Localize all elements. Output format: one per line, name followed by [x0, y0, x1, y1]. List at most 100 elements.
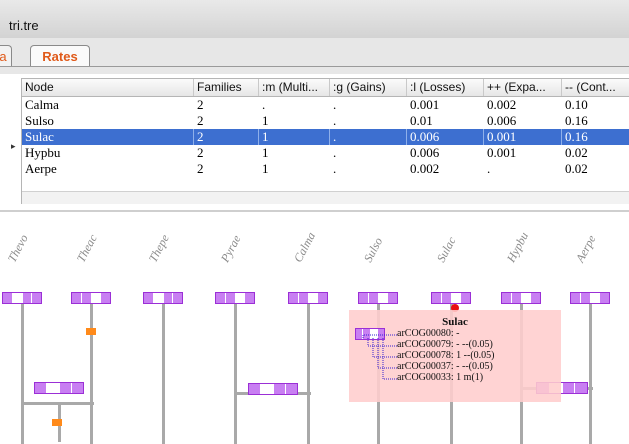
profile-cell [562, 383, 576, 393]
table-cell: Sulac [22, 129, 194, 145]
column-header[interactable]: -- (Cont... [562, 79, 629, 96]
table-cell: 0.01 [410, 113, 433, 128]
tip-profile[interactable] [215, 292, 255, 304]
table-row[interactable]: Hypbu 2 1. 0.006 0.001 0.02 [22, 145, 629, 161]
tip-label[interactable]: Sulac [434, 234, 460, 265]
table-cell: Calma [25, 97, 59, 112]
profile-cell [590, 293, 601, 303]
column-header[interactable]: :m (Multi... [259, 79, 330, 96]
tip-profile[interactable] [501, 292, 541, 304]
profile-cell [249, 384, 262, 394]
table-row[interactable]: Aerpe 2 1. 0.002. 0.02 [22, 161, 629, 177]
tab-a[interactable]: a [0, 45, 12, 67]
profile-cell [318, 293, 327, 303]
tab-rates[interactable]: Rates [30, 45, 90, 67]
tooltip-line: arCOG00033: 1 m(1) [397, 372, 484, 383]
tip-branch [234, 304, 237, 444]
internal-profile[interactable] [34, 382, 84, 394]
table-cell: 1 [259, 129, 330, 145]
tip-profile[interactable] [431, 292, 471, 304]
profile-cell [32, 293, 41, 303]
profile-cell [173, 293, 182, 303]
profile-cell [461, 293, 470, 303]
table-cell: 0.02 [565, 161, 588, 176]
column-header[interactable]: Families [194, 79, 259, 96]
profile-cell [289, 293, 299, 303]
tip-branch [589, 304, 592, 444]
profile-cell [388, 293, 397, 303]
profile-cell [285, 384, 297, 394]
tip-profile[interactable] [288, 292, 328, 304]
tip-label[interactable]: Thevo [5, 232, 32, 265]
profile-cell [59, 383, 72, 393]
tip-label[interactable]: Theac [74, 232, 101, 265]
table-cell: 0.001 [484, 129, 562, 145]
table-cell: 0.001 [410, 97, 440, 112]
profile-cell [531, 293, 540, 303]
table-row[interactable]: Sulac 2 1. 0.006 0.001 0.16 [22, 129, 629, 145]
column-header[interactable]: ++ (Expa... [484, 79, 562, 96]
table-cell: Aerpe [25, 161, 57, 176]
table-cell: 0.001 [487, 145, 517, 160]
horizontal-scrollbar[interactable] [22, 191, 629, 204]
table-header: Node Families:m (Multi...:g (Gains):l (Lo… [22, 79, 629, 97]
tip-profile[interactable] [143, 292, 183, 304]
profile-cell [298, 293, 309, 303]
profile-cell [144, 293, 154, 303]
tip-profile[interactable] [2, 292, 42, 304]
profile-cell [441, 293, 452, 303]
tooltip-line: arCOG00037: - --(0.05) [397, 361, 493, 372]
table-cell: 0.006 [487, 113, 517, 128]
table-cell: . [487, 161, 491, 176]
tip-label[interactable]: Sulso [361, 235, 386, 265]
column-header[interactable]: :g (Gains) [330, 79, 407, 96]
tip-label[interactable]: Calma [291, 230, 319, 265]
profile-cell [22, 293, 33, 303]
profile-cell [575, 383, 587, 393]
profile-cell [81, 293, 92, 303]
rates-table[interactable]: Node Families:m (Multi...:g (Gains):l (Lo… [21, 78, 629, 204]
tooltip-line: arCOG00079: - --(0.05) [397, 339, 493, 350]
table-cell: 2 [197, 97, 204, 112]
tooltip-line: arCOG00078: 1 --(0.05) [397, 350, 495, 361]
tooltip-title: Sulac [442, 316, 468, 328]
internal-profile[interactable] [248, 383, 298, 395]
tip-label[interactable]: Aerpe [573, 233, 600, 265]
table-cell: . [333, 145, 337, 160]
table-row[interactable]: Calma 2.. 0.001 0.002 0.10 [22, 97, 629, 113]
tip-profile[interactable] [358, 292, 398, 304]
table-cell: Sulso [25, 113, 54, 128]
table-cell: 0.002 [487, 97, 517, 112]
tip-label[interactable]: Pyrae [218, 233, 245, 265]
tip-profile[interactable] [570, 292, 610, 304]
selected-row-marker-icon: ▸ [11, 141, 16, 151]
profile-cell [3, 293, 13, 303]
table-cell: 0.10 [565, 97, 588, 112]
profile-cell [35, 383, 48, 393]
table-cell: 0.002 [410, 161, 440, 176]
table-cell: 2 [197, 161, 204, 176]
tab-divider [0, 66, 629, 67]
column-header[interactable]: :l (Losses) [407, 79, 484, 96]
table-cell: 0.02 [565, 145, 588, 160]
column-header[interactable]: Node [22, 79, 194, 96]
tooltip-guide-line [362, 334, 397, 338]
tip-branch [307, 304, 310, 444]
table-cell: Hypbu [25, 145, 61, 160]
profile-cell [245, 293, 254, 303]
tip-label[interactable]: Hypbu [504, 230, 532, 265]
profile-cell [368, 293, 379, 303]
window-title: tri.tre [9, 18, 39, 33]
table-cell: 2 [197, 113, 204, 128]
tip-profile[interactable] [71, 292, 111, 304]
profile-cell [451, 293, 462, 303]
tip-label[interactable]: Thepe [146, 232, 173, 265]
profile-cell [225, 293, 236, 303]
tab-strip: a Rates [0, 38, 629, 74]
profile-cell [12, 293, 23, 303]
table-cell: 0.16 [562, 129, 629, 145]
profile-cell [163, 293, 174, 303]
table-cell: . [330, 129, 407, 145]
table-row[interactable]: Sulso 2 1. 0.01 0.006 0.16 [22, 113, 629, 129]
table-cell: 1 [262, 161, 269, 176]
